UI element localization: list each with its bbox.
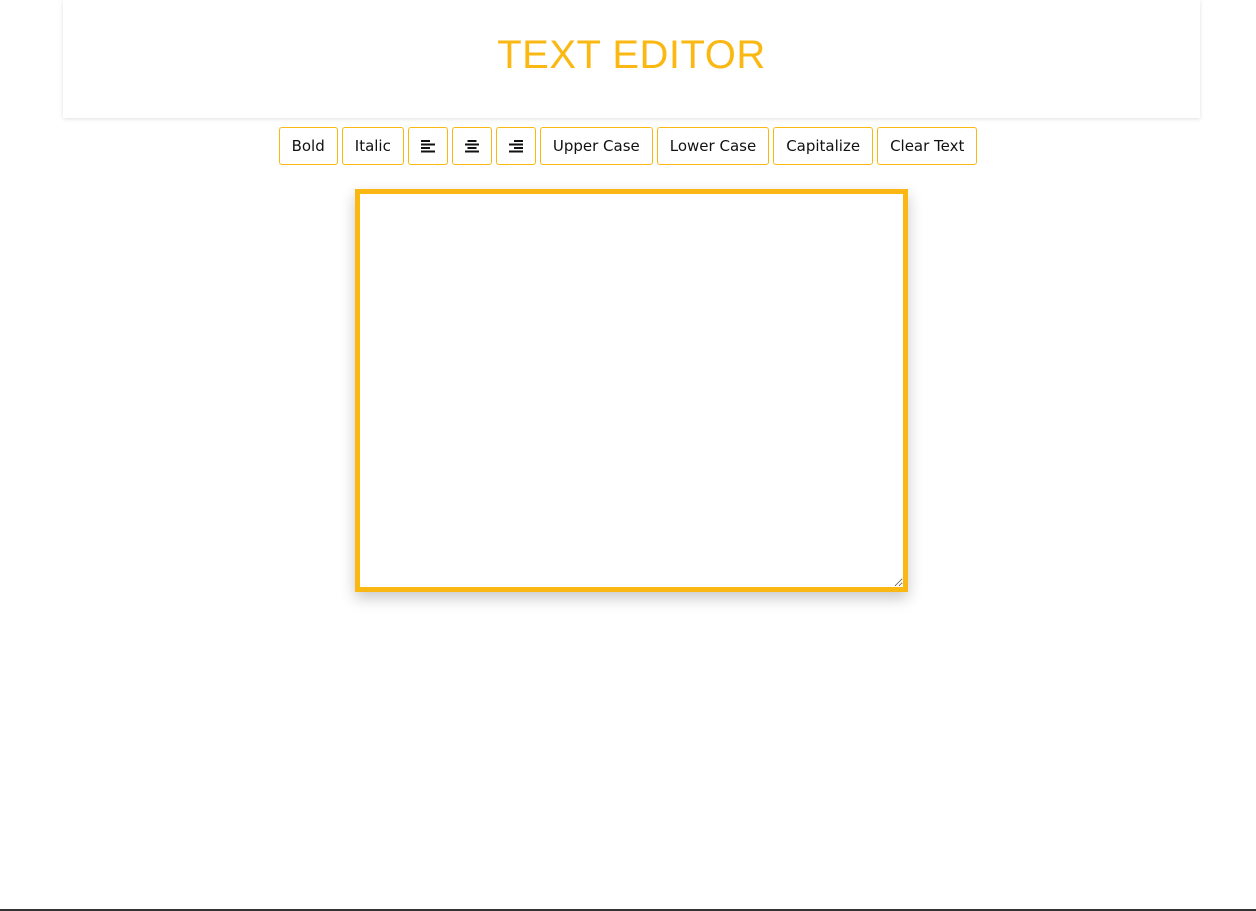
lowercase-button[interactable]: Lower Case: [656, 127, 770, 165]
header: TEXT EDITOR: [63, 0, 1200, 118]
page-title: TEXT EDITOR: [497, 32, 766, 77]
align-right-icon: [508, 140, 523, 153]
uppercase-button[interactable]: Upper Case: [539, 127, 653, 165]
toolbar: Bold Italic Upper Case Lower Case Capita…: [0, 127, 1256, 165]
clear-text-button[interactable]: Clear Text: [877, 127, 978, 165]
align-left-icon: [420, 140, 435, 153]
italic-button[interactable]: Italic: [341, 127, 404, 165]
align-right-button[interactable]: [495, 127, 536, 165]
bold-button[interactable]: Bold: [278, 127, 338, 165]
align-center-icon: [464, 140, 479, 153]
align-left-button[interactable]: [407, 127, 448, 165]
text-editor-area[interactable]: [355, 189, 908, 592]
capitalize-button[interactable]: Capitalize: [773, 127, 874, 165]
page: TEXT EDITOR Bold Italic Upper Case Lower…: [0, 0, 1256, 911]
align-center-button[interactable]: [451, 127, 492, 165]
editor-container: [355, 189, 908, 592]
